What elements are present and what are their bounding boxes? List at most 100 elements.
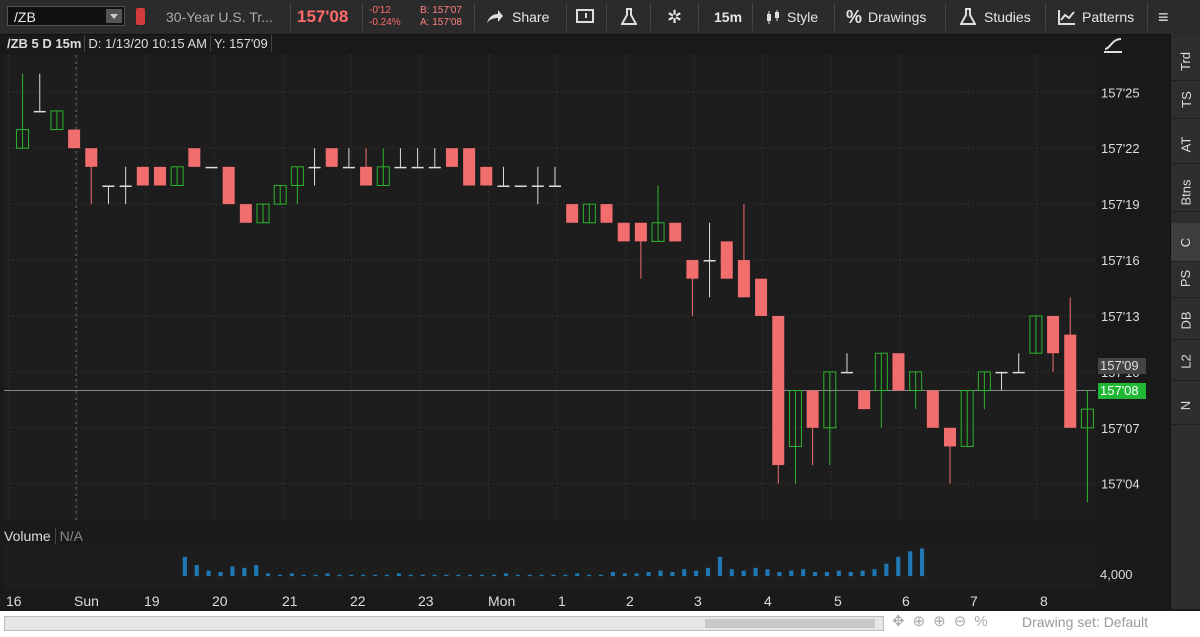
symbol-input[interactable]: /ZB — [7, 6, 125, 26]
candle-body — [68, 129, 81, 149]
candle-body — [720, 241, 733, 279]
price-tick-label: 157'25 — [1101, 85, 1140, 100]
settings-button[interactable]: ✲ — [667, 0, 682, 34]
volume-header: Volume N/A — [4, 528, 83, 544]
volume-bar — [396, 573, 401, 577]
menu-button[interactable]: ≡ — [1158, 0, 1169, 34]
tab-label: TS — [1178, 90, 1194, 108]
volume-scale-label: 4,000 — [1100, 567, 1133, 582]
zoom-controls: ✥⊕⊕⊖% — [892, 612, 996, 630]
candle-body — [497, 185, 510, 187]
candle-body — [480, 166, 493, 186]
candle-body — [944, 427, 957, 447]
tab-db[interactable]: DB — [1171, 301, 1200, 340]
chart-settings-button[interactable] — [576, 0, 596, 34]
tab-label: DB — [1178, 310, 1194, 330]
time-axis-label: 23 — [418, 593, 434, 609]
patterns-button[interactable]: Patterns — [1058, 0, 1134, 34]
style-button[interactable]: Style — [765, 0, 818, 34]
volume-bar — [658, 570, 663, 577]
crosshair-icon[interactable]: ⊕ — [913, 613, 934, 630]
volume-bar — [194, 565, 199, 577]
volume-bar — [694, 570, 699, 577]
drag-hand-icon[interactable]: ✥ — [892, 613, 913, 630]
tab-label: Trd — [1178, 51, 1194, 71]
time-axis[interactable]: 16 Sun 19 20 21 22 23 Mon 1 2 3 4 5 6 7 8 — [4, 591, 1096, 611]
time-axis-label: 22 — [350, 593, 366, 609]
volume-bar — [670, 572, 675, 577]
volume-bar — [575, 573, 580, 577]
expand-chart-icon[interactable] — [1102, 36, 1124, 54]
candles-icon — [767, 10, 779, 24]
tab-trd[interactable]: Trd — [1171, 42, 1200, 81]
candle-body — [926, 390, 939, 428]
horizontal-scrollbar[interactable] — [4, 616, 884, 631]
tab-n[interactable]: N — [1171, 386, 1200, 425]
tab-at[interactable]: AT — [1171, 125, 1200, 164]
last-price: 157'08 — [297, 7, 349, 26]
candle-body — [136, 166, 149, 186]
time-axis-label: 6 — [902, 593, 910, 609]
time-axis-label: 2 — [626, 593, 634, 609]
percent-icon: % — [846, 6, 863, 27]
price-scale[interactable]: 157'25157'22157'19157'16157'13157'10157'… — [1097, 55, 1169, 521]
aggregation-button[interactable]: 15m — [714, 0, 742, 34]
candle-body — [119, 185, 132, 187]
bid-price: B: 157'07 — [420, 5, 462, 16]
tab-l2[interactable]: L2 — [1171, 342, 1200, 381]
time-axis-label: 3 — [694, 593, 702, 609]
volume-bar — [444, 574, 449, 577]
volume-chart[interactable] — [4, 545, 1096, 590]
volume-bar — [480, 574, 485, 577]
volume-bar — [551, 574, 556, 577]
volume-bar — [432, 574, 437, 577]
tab-c[interactable]: C — [1171, 223, 1200, 262]
zoom-out-icon[interactable]: ⊖ — [954, 613, 975, 630]
menu-icon: ≡ — [1158, 6, 1169, 27]
percent-scale-icon[interactable]: % — [974, 613, 995, 630]
tab-ps[interactable]: PS — [1171, 259, 1200, 298]
volume-bar — [682, 569, 687, 577]
candle-body — [325, 148, 338, 167]
ask-price: A: 157'08 — [420, 17, 462, 28]
volume-bar — [563, 574, 568, 577]
scrollbar-thumb[interactable] — [705, 619, 875, 628]
beaker-button[interactable] — [621, 0, 637, 34]
volume-bar — [373, 574, 378, 577]
tab-btns[interactable]: Btns — [1171, 173, 1200, 212]
candle-body — [463, 148, 476, 186]
candle-body — [188, 148, 201, 167]
share-button[interactable]: Share — [486, 0, 549, 34]
tab-ts[interactable]: TS — [1171, 80, 1200, 119]
drawings-button[interactable]: % Drawings — [846, 0, 926, 34]
link-lock-icon[interactable] — [136, 8, 145, 25]
price-tick-label: 157'16 — [1101, 253, 1140, 268]
volume-bar — [598, 574, 604, 577]
drawing-set-label[interactable]: Drawing set: Default — [1022, 614, 1148, 630]
zoom-in-icon[interactable]: ⊕ — [933, 613, 954, 630]
volume-bar — [301, 574, 306, 577]
volume-bar — [491, 574, 497, 577]
beaker-icon — [621, 8, 637, 25]
chart-title: /ZB 5 D 15m — [4, 35, 86, 52]
volume-bar — [848, 572, 853, 577]
studies-flask-icon — [960, 8, 976, 25]
volume-bar — [254, 565, 259, 577]
candle-body — [1047, 315, 1060, 354]
studies-button[interactable]: Studies — [960, 0, 1031, 34]
price-chart[interactable] — [4, 55, 1096, 521]
tab-label: AT — [1178, 136, 1194, 152]
drawings-label: Drawings — [868, 9, 927, 25]
share-icon — [487, 10, 503, 23]
time-axis-label: Sun — [74, 593, 99, 609]
candle-body — [995, 371, 1008, 374]
volume-bar — [729, 569, 734, 577]
candle-body — [1012, 371, 1025, 374]
symbol-dropdown-chevron-icon[interactable] — [106, 9, 122, 23]
volume-bar — [182, 556, 187, 577]
price-tick-label: 157'13 — [1101, 309, 1140, 324]
volume-bar — [527, 574, 532, 577]
candle-body — [566, 204, 579, 223]
time-axis-label: 8 — [1040, 593, 1048, 609]
candle-body — [755, 278, 768, 316]
